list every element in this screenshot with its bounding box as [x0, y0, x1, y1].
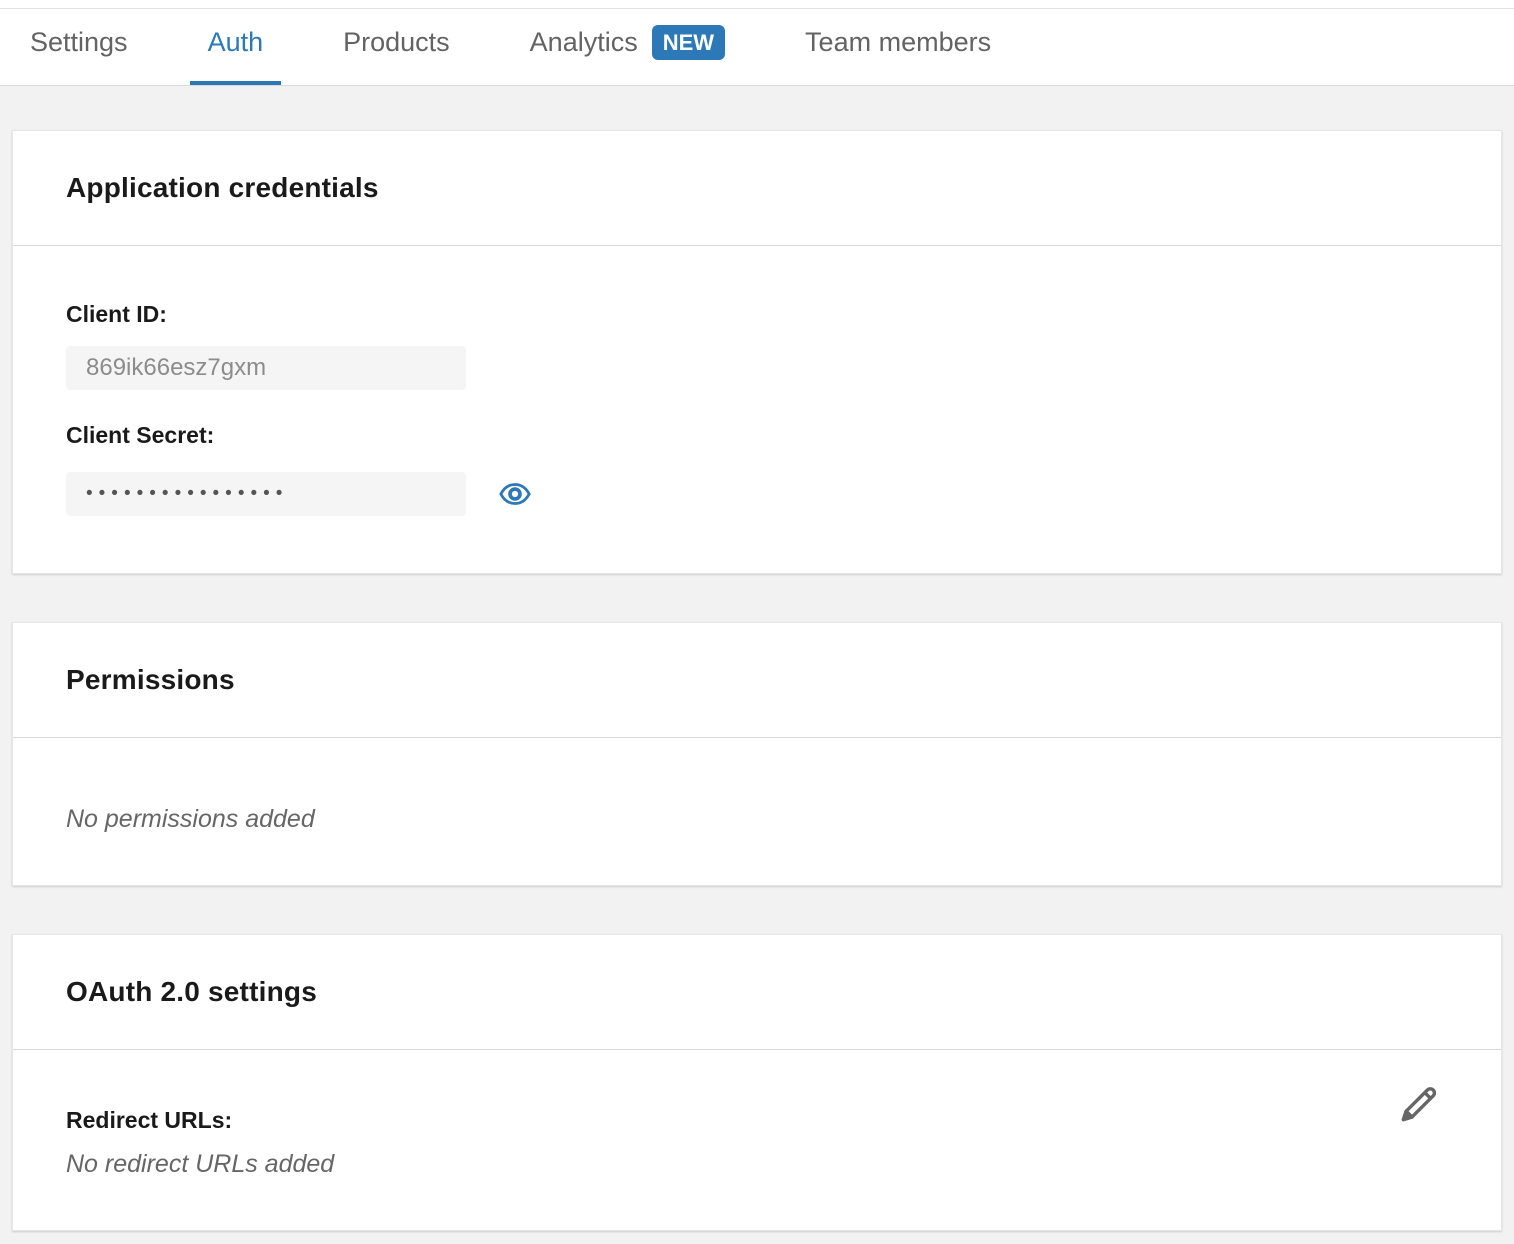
- tab-products-label: Products: [343, 27, 450, 58]
- oauth-settings-card: OAuth 2.0 settings Redirect URLs: No red…: [12, 934, 1502, 1231]
- edit-redirect-urls-button[interactable]: [1395, 1080, 1443, 1128]
- oauth-settings-header: OAuth 2.0 settings: [13, 935, 1501, 1050]
- client-secret-label: Client Secret:: [66, 420, 1448, 450]
- application-credentials-card: Application credentials Client ID: 869ik…: [12, 130, 1502, 574]
- eye-icon: [498, 477, 532, 511]
- tab-bar: Settings Auth Products Analytics NEW Tea…: [0, 0, 1514, 86]
- oauth-settings-title: OAuth 2.0 settings: [66, 976, 317, 1008]
- client-id-label: Client ID:: [66, 299, 1448, 329]
- client-secret-value: ••••••••••••••••: [66, 472, 466, 516]
- pencil-icon: [1395, 1080, 1443, 1128]
- tab-analytics-label: Analytics: [530, 27, 638, 58]
- application-credentials-header: Application credentials: [13, 131, 1501, 246]
- tab-settings[interactable]: Settings: [12, 0, 146, 85]
- tab-auth-label: Auth: [208, 27, 264, 58]
- permissions-empty-text: No permissions added: [66, 804, 1448, 834]
- permissions-header: Permissions: [13, 623, 1501, 738]
- oauth-settings-body: Redirect URLs: No redirect URLs added: [13, 1050, 1501, 1230]
- redirect-urls-label: Redirect URLs:: [66, 1105, 1448, 1135]
- tab-team-members[interactable]: Team members: [787, 0, 1009, 85]
- redirect-urls-empty-text: No redirect URLs added: [66, 1149, 1448, 1179]
- tab-products[interactable]: Products: [325, 0, 468, 85]
- client-id-value: 869ik66esz7gxm: [66, 346, 466, 390]
- permissions-title: Permissions: [66, 664, 235, 696]
- application-credentials-title: Application credentials: [66, 172, 379, 204]
- new-badge: NEW: [652, 25, 725, 60]
- tab-settings-label: Settings: [30, 27, 128, 58]
- reveal-secret-button[interactable]: [498, 477, 532, 511]
- tab-team-members-label: Team members: [805, 27, 991, 58]
- client-secret-row: ••••••••••••••••: [66, 450, 1448, 516]
- permissions-body: No permissions added: [13, 738, 1501, 885]
- tab-auth[interactable]: Auth: [190, 0, 282, 85]
- permissions-card: Permissions No permissions added: [12, 622, 1502, 886]
- tab-analytics[interactable]: Analytics NEW: [512, 0, 743, 85]
- application-credentials-body: Client ID: 869ik66esz7gxm Client Secret:…: [13, 246, 1501, 573]
- auth-tab-content: Application credentials Client ID: 869ik…: [0, 86, 1514, 1231]
